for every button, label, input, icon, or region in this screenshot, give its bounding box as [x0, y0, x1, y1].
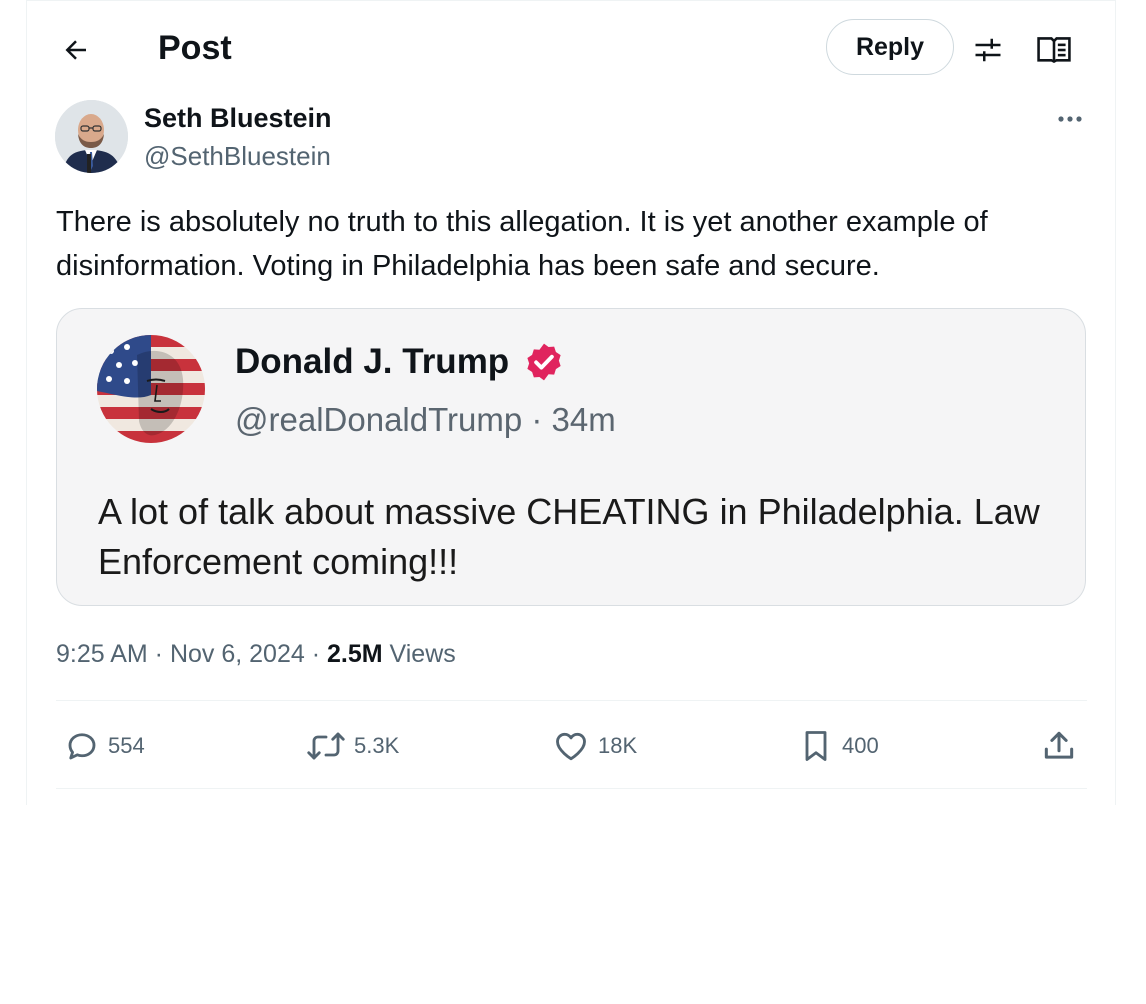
flag-portrait	[97, 335, 205, 443]
author-avatar[interactable]	[55, 100, 128, 173]
divider-bottom	[56, 788, 1087, 789]
page-title: Post	[158, 29, 232, 67]
author-portrait	[55, 100, 128, 173]
quoted-post-card[interactable]: Donald J. Trump @realDonaldTrump · 34m A…	[56, 308, 1086, 606]
views-label: Views	[382, 640, 456, 668]
repost-icon	[307, 732, 345, 760]
quoted-author-avatar[interactable]	[97, 335, 205, 443]
post-text: There is absolutely no truth to this all…	[56, 206, 988, 282]
like-action[interactable]: 18K	[552, 722, 637, 770]
bookmark-count: 400	[842, 733, 879, 758]
heart-icon	[556, 732, 586, 761]
repost-action[interactable]: 5.3K	[306, 722, 399, 770]
post-timestamp[interactable]: 9:25 AM · Nov 6, 2024 ·	[56, 640, 327, 668]
quoted-post-text: A lot of talk about massive CHEATING in …	[98, 491, 1040, 582]
reply-action[interactable]: 554	[64, 722, 145, 770]
post-meta: 9:25 AM · Nov 6, 2024 · 2.5M Views	[56, 636, 456, 672]
reply-bubble-icon	[68, 733, 96, 760]
reply-count: 554	[108, 733, 145, 758]
reader-icon	[1037, 37, 1071, 64]
share-upload-icon	[1044, 731, 1074, 759]
bookmark-icon	[805, 731, 827, 761]
sliders-button[interactable]	[968, 30, 1008, 70]
like-count: 18K	[598, 733, 638, 758]
reply-button[interactable]: Reply	[826, 19, 954, 75]
repost-count: 5.3K	[354, 733, 400, 758]
author-handle[interactable]: @SethBluestein	[144, 139, 331, 173]
sliders-icon	[975, 38, 1001, 62]
back-button[interactable]	[56, 30, 96, 70]
quoted-author-name[interactable]: Donald J. Trump	[235, 340, 509, 384]
top-bar: Post Reply	[0, 0, 1146, 96]
bookmark-action[interactable]: 400	[798, 722, 879, 770]
author-name[interactable]: Seth Bluestein	[144, 101, 332, 135]
reader-button[interactable]	[1034, 30, 1074, 70]
back-arrow-icon	[65, 40, 86, 60]
divider-top	[56, 700, 1087, 701]
more-dots-icon	[1058, 116, 1082, 122]
more-options-button[interactable]	[1050, 102, 1090, 136]
views-count: 2.5M	[326, 640, 383, 668]
quoted-handle-time: @realDonaldTrump · 34m	[235, 401, 616, 438]
verified-badge-icon	[527, 343, 561, 381]
share-action[interactable]	[1040, 722, 1078, 770]
